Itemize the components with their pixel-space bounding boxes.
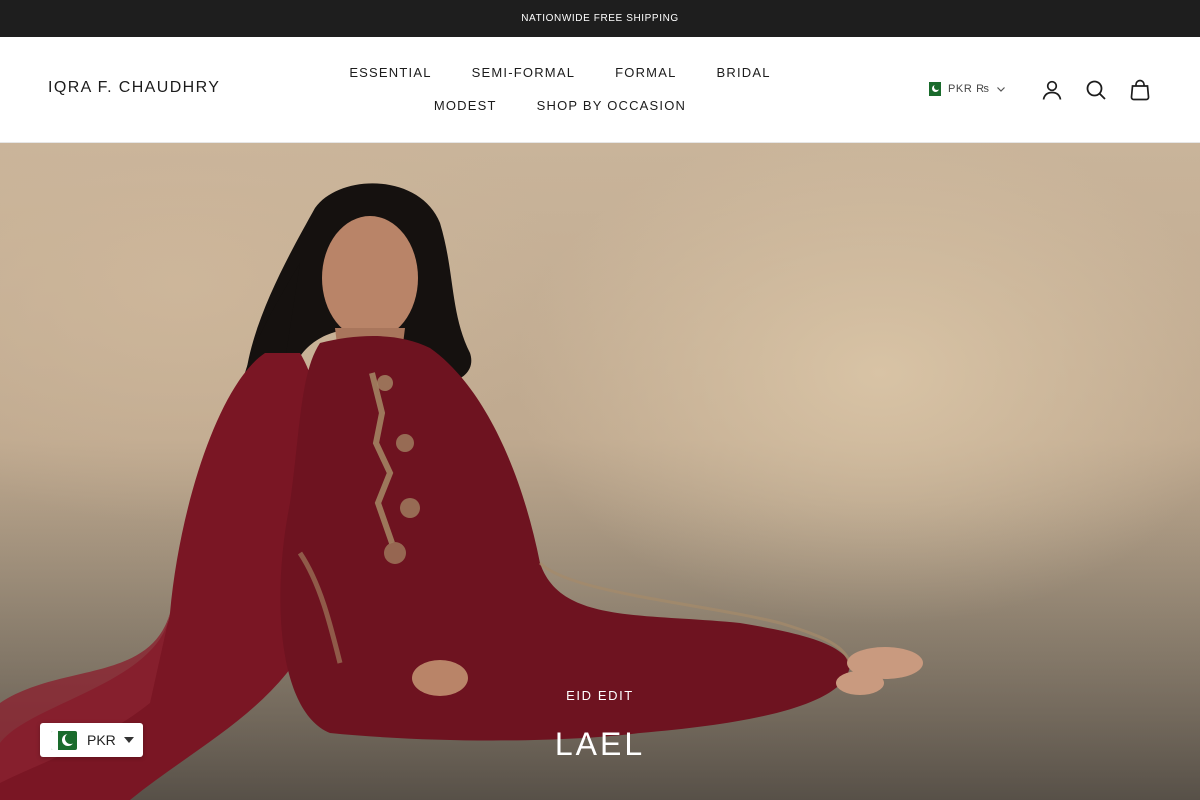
- currency-selector[interactable]: PKR ₨: [925, 80, 1006, 98]
- nav-item-semi-formal[interactable]: SEMI-FORMAL: [452, 63, 595, 82]
- currency-label: PKR ₨: [948, 83, 990, 95]
- search-icon[interactable]: [1084, 78, 1108, 102]
- hero-banner[interactable]: EID EDIT LAEL: [0, 143, 1200, 800]
- pakistan-flag-icon: [925, 82, 941, 96]
- chevron-down-icon: [997, 87, 1006, 92]
- main-nav: ESSENTIAL SEMI-FORMAL FORMAL BRIDAL MODE…: [300, 63, 820, 115]
- nav-item-bridal[interactable]: BRIDAL: [697, 63, 791, 82]
- nav-item-modest[interactable]: MODEST: [414, 96, 517, 115]
- site-header: IQRA F. CHAUDHRY ESSENTIAL SEMI-FORMAL F…: [0, 37, 1200, 143]
- currency-widget[interactable]: PKR: [40, 723, 143, 757]
- caret-down-icon: [123, 737, 134, 743]
- nav-item-shop-by-occasion[interactable]: SHOP BY OCCASION: [517, 96, 706, 115]
- hero-title: LAEL: [554, 726, 646, 762]
- bag-icon[interactable]: [1128, 78, 1152, 102]
- announcement-text: NATIONWIDE FREE SHIPPING: [521, 13, 679, 24]
- hero-eyebrow: EID EDIT: [566, 688, 634, 703]
- account-icon[interactable]: [1040, 78, 1064, 102]
- pakistan-flag-icon: [51, 730, 77, 750]
- nav-item-formal[interactable]: FORMAL: [595, 63, 696, 82]
- nav-item-essential[interactable]: ESSENTIAL: [329, 63, 451, 82]
- brand-logo[interactable]: IQRA F. CHAUDHRY: [48, 79, 220, 97]
- currency-widget-label: PKR: [87, 732, 116, 748]
- announcement-bar: NATIONWIDE FREE SHIPPING: [0, 0, 1200, 37]
